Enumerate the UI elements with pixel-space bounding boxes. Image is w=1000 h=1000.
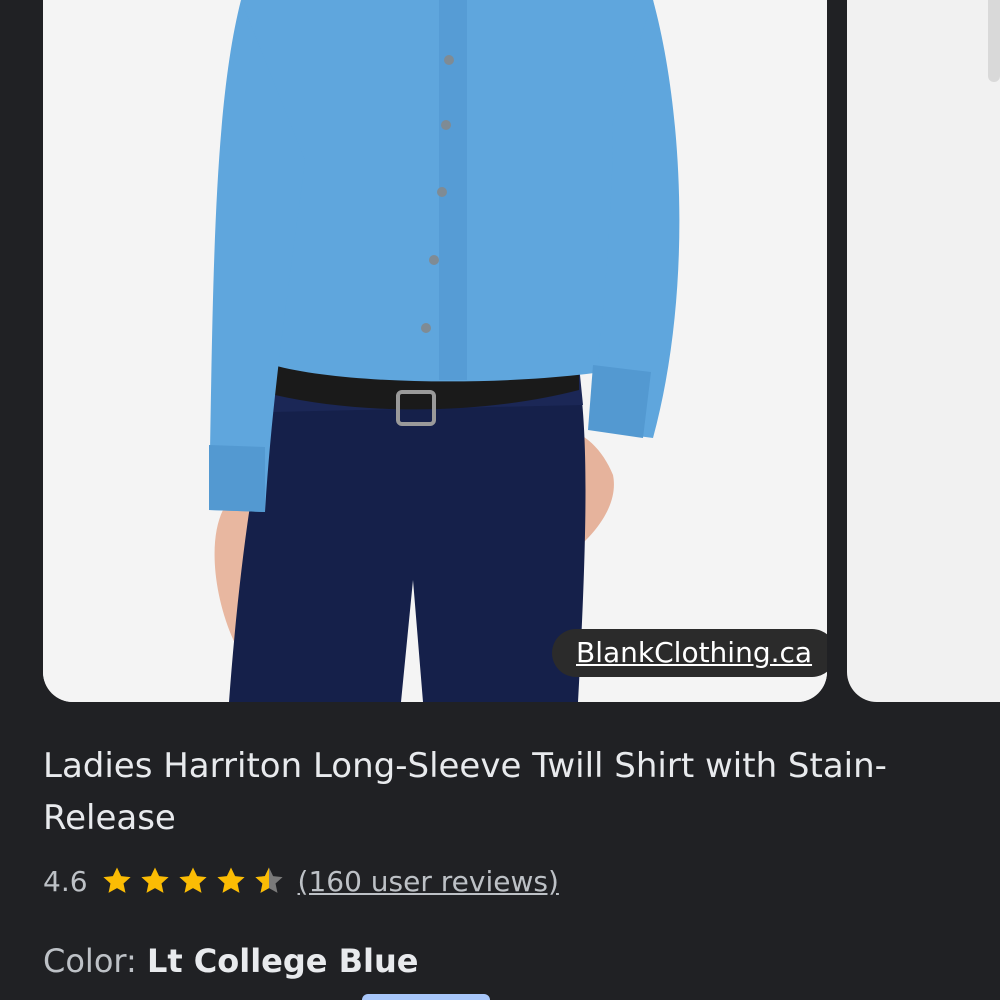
product-photo	[43, 0, 827, 702]
selected-color-swatch[interactable]	[362, 994, 490, 1000]
rating-value: 4.6	[43, 864, 88, 898]
next-image-card[interactable]	[847, 0, 1000, 702]
half-star-icon	[254, 867, 283, 893]
star-rating	[100, 864, 286, 898]
star-icon	[178, 867, 207, 893]
product-image-card[interactable]: BlankClothing.ca	[43, 0, 827, 702]
carousel-scrollbar[interactable]	[988, 0, 1000, 82]
color-row: Color: Lt College Blue	[43, 938, 418, 984]
image-carousel[interactable]: BlankClothing.ca	[0, 0, 1000, 705]
star-icon	[102, 867, 131, 893]
product-title: Ladies Harriton Long-Sleeve Twill Shirt …	[43, 746, 887, 838]
color-label: Color:	[43, 942, 137, 980]
star-icon	[140, 867, 169, 893]
reviews-link[interactable]: (160 user reviews)	[298, 865, 559, 898]
star-icon	[216, 867, 245, 893]
source-badge[interactable]: BlankClothing.ca	[552, 629, 827, 677]
rating-row: 4.6 (160 user reviews)	[43, 858, 559, 904]
color-value: Lt College Blue	[146, 942, 419, 980]
